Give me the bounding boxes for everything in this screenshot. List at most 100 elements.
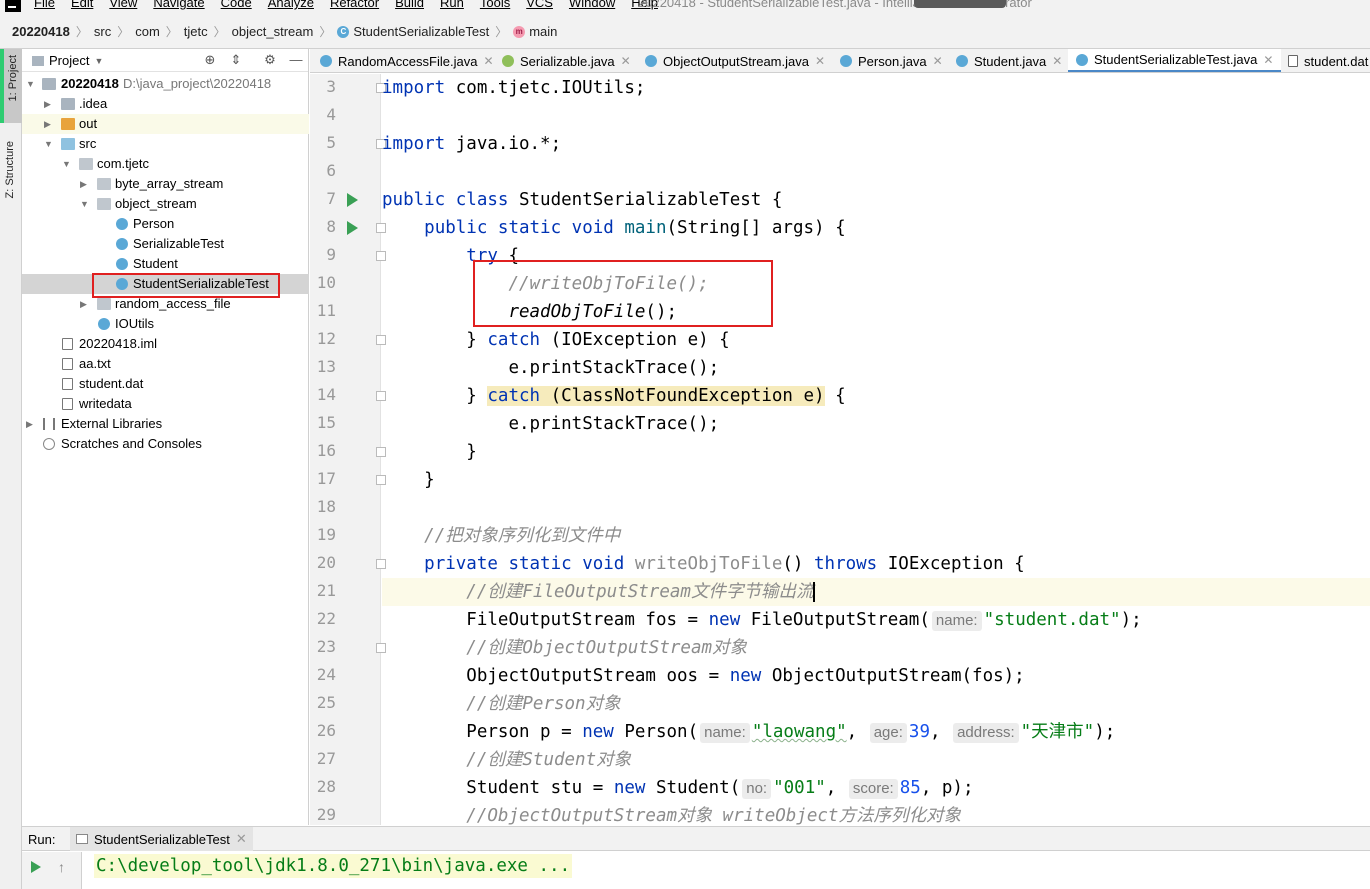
code-line: public class StudentSerializableTest { bbox=[382, 186, 1370, 214]
tab-serializable[interactable]: Serializable.java ✕ bbox=[502, 49, 631, 72]
tree-item-label: SerializableTest bbox=[133, 236, 225, 251]
menu-navigate[interactable]: Navigate bbox=[153, 0, 204, 10]
file-icon bbox=[62, 338, 73, 350]
tree-item-byte-array-stream[interactable]: ▶ byte_array_stream bbox=[22, 174, 309, 194]
line-number: 9 bbox=[326, 245, 336, 264]
interface-icon bbox=[502, 55, 514, 67]
tree-item-idea[interactable]: ▶ .idea bbox=[22, 94, 309, 114]
tab-object-output-stream[interactable]: ObjectOutputStream.java ✕ bbox=[645, 49, 825, 72]
collapsed-arrow-icon[interactable]: ▶ bbox=[80, 174, 90, 194]
tree-item-ioutils[interactable]: IOUtils bbox=[22, 314, 309, 334]
tree-item-path: D:\java_project\20220418 bbox=[123, 76, 272, 91]
breadcrumb-tjetc[interactable]: tjetc bbox=[184, 24, 208, 39]
line-number: 29 bbox=[316, 805, 336, 824]
line-number: 13 bbox=[316, 357, 336, 376]
method-icon: m bbox=[513, 25, 526, 38]
menu-build[interactable]: Build bbox=[395, 0, 424, 10]
gear-icon[interactable]: ⚙ bbox=[262, 52, 278, 68]
rerun-icon[interactable] bbox=[31, 861, 41, 873]
menu-edit[interactable]: Edit bbox=[71, 0, 93, 10]
close-icon[interactable]: ✕ bbox=[933, 54, 943, 68]
method-name: writeObjToFile bbox=[624, 554, 783, 574]
menu-file[interactable]: File bbox=[34, 0, 55, 10]
menu-items: File Edit View Navigate Code Analyze Ref… bbox=[34, 0, 658, 10]
menu-window[interactable]: Window bbox=[569, 0, 615, 10]
tree-item-student-dat[interactable]: student.dat bbox=[22, 374, 309, 394]
code-line: ObjectOutputStream oos = new ObjectOutpu… bbox=[382, 662, 1370, 690]
tree-item-com-tjetc[interactable]: ▼ com.tjetc bbox=[22, 154, 309, 174]
code-line: } bbox=[382, 466, 1370, 494]
close-icon[interactable]: ✕ bbox=[483, 54, 493, 68]
locate-icon[interactable]: ⊕ bbox=[202, 52, 218, 68]
project-tool-tab[interactable]: 1: Project bbox=[0, 49, 22, 123]
collapsed-arrow-icon[interactable]: ▶ bbox=[44, 114, 54, 134]
tree-item-writedata[interactable]: writedata bbox=[22, 394, 309, 414]
tree-item-project-root[interactable]: ▼ 20220418 D:\java_project\20220418 bbox=[22, 74, 309, 94]
menu-vcs[interactable]: VCS bbox=[526, 0, 553, 10]
close-icon[interactable]: ✕ bbox=[1263, 53, 1273, 67]
tree-item-out[interactable]: ▶ out bbox=[22, 114, 309, 134]
project-view-selector[interactable]: Project ▼ bbox=[32, 53, 103, 68]
breadcrumb-class[interactable]: C StudentSerializableTest bbox=[337, 24, 489, 39]
collapsed-arrow-icon[interactable]: ▶ bbox=[80, 294, 90, 314]
breadcrumb-object-stream[interactable]: object_stream bbox=[232, 24, 314, 39]
code-text: Student( bbox=[645, 778, 741, 798]
package-icon bbox=[97, 198, 111, 210]
minimize-icon[interactable]: — bbox=[288, 52, 304, 68]
breadcrumb-com[interactable]: com bbox=[135, 24, 160, 39]
menu-refactor[interactable]: Refactor bbox=[330, 0, 379, 10]
menu-tools[interactable]: Tools bbox=[480, 0, 510, 10]
run-main-icon[interactable] bbox=[347, 221, 358, 235]
code-line: FileOutputStream fos = new FileOutputStr… bbox=[382, 606, 1370, 634]
tree-item-src[interactable]: ▼ src bbox=[22, 134, 309, 154]
tree-item-serializable-test[interactable]: SerializableTest bbox=[22, 234, 309, 254]
class-icon: C bbox=[337, 25, 350, 38]
parameter-hint: name: bbox=[931, 611, 982, 631]
tree-item-iml[interactable]: 20220418.iml bbox=[22, 334, 309, 354]
line-number: 23 bbox=[316, 637, 336, 656]
breadcrumb-project[interactable]: 20220418 bbox=[12, 24, 70, 39]
tree-item-external-libraries[interactable]: ▶ External Libraries bbox=[22, 414, 309, 434]
menu-view[interactable]: View bbox=[109, 0, 137, 10]
tab-student-serializable-test[interactable]: StudentSerializableTest.java ✕ bbox=[1068, 49, 1282, 72]
tree-item-student[interactable]: Student bbox=[22, 254, 309, 274]
line-number: 28 bbox=[316, 777, 336, 796]
code-line: } bbox=[382, 438, 1370, 466]
intellij-logo-icon bbox=[5, 0, 21, 12]
menu-analyze[interactable]: Analyze bbox=[268, 0, 314, 10]
collapsed-arrow-icon[interactable]: ▶ bbox=[26, 414, 36, 434]
tree-item-scratches[interactable]: Scratches and Consoles bbox=[22, 434, 309, 454]
menu-run[interactable]: Run bbox=[440, 0, 464, 10]
breadcrumb-method[interactable]: m main bbox=[513, 24, 557, 39]
expand-arrow-icon[interactable]: ▼ bbox=[44, 134, 54, 154]
run-tab[interactable]: StudentSerializableTest ✕ bbox=[70, 827, 253, 851]
tree-item-object-stream[interactable]: ▼ object_stream bbox=[22, 194, 309, 214]
keyword: new bbox=[708, 610, 741, 630]
tree-item-person[interactable]: Person bbox=[22, 214, 309, 234]
close-icon[interactable]: ✕ bbox=[815, 54, 825, 68]
tab-student-dat[interactable]: student.dat bbox=[1288, 49, 1368, 72]
expand-arrow-icon[interactable]: ▼ bbox=[62, 154, 72, 174]
tree-item-aa-txt[interactable]: aa.txt bbox=[22, 354, 309, 374]
tab-random-access-file[interactable]: RandomAccessFile.java ✕ bbox=[320, 49, 494, 72]
breadcrumb-src[interactable]: src bbox=[94, 24, 111, 39]
code-text: FileOutputStream fos = bbox=[466, 610, 709, 630]
structure-tool-tab[interactable]: Z: Structure bbox=[4, 141, 16, 198]
tab-student[interactable]: Student.java ✕ bbox=[956, 49, 1062, 72]
close-icon[interactable]: ✕ bbox=[621, 54, 631, 68]
run-class-icon[interactable] bbox=[347, 193, 358, 207]
code-editor[interactable]: import com.tjetc.IOUtils; import java.io… bbox=[382, 74, 1370, 825]
expand-arrow-icon[interactable]: ▼ bbox=[80, 194, 90, 214]
keyword: import bbox=[382, 78, 446, 98]
collapse-all-icon[interactable]: ⇕ bbox=[228, 52, 244, 68]
tab-person[interactable]: Person.java ✕ bbox=[840, 49, 943, 72]
menu-code[interactable]: Code bbox=[221, 0, 252, 10]
expand-arrow-icon[interactable]: ▼ bbox=[26, 74, 36, 94]
close-icon[interactable]: ✕ bbox=[1052, 54, 1062, 68]
collapsed-arrow-icon[interactable]: ▶ bbox=[44, 94, 54, 114]
close-icon[interactable]: ✕ bbox=[236, 831, 247, 847]
tab-label: Person.java bbox=[858, 53, 927, 69]
arrow-up-icon[interactable]: ↑ bbox=[58, 859, 65, 875]
number-literal: 39 bbox=[908, 722, 930, 742]
keyword: class bbox=[455, 190, 509, 210]
